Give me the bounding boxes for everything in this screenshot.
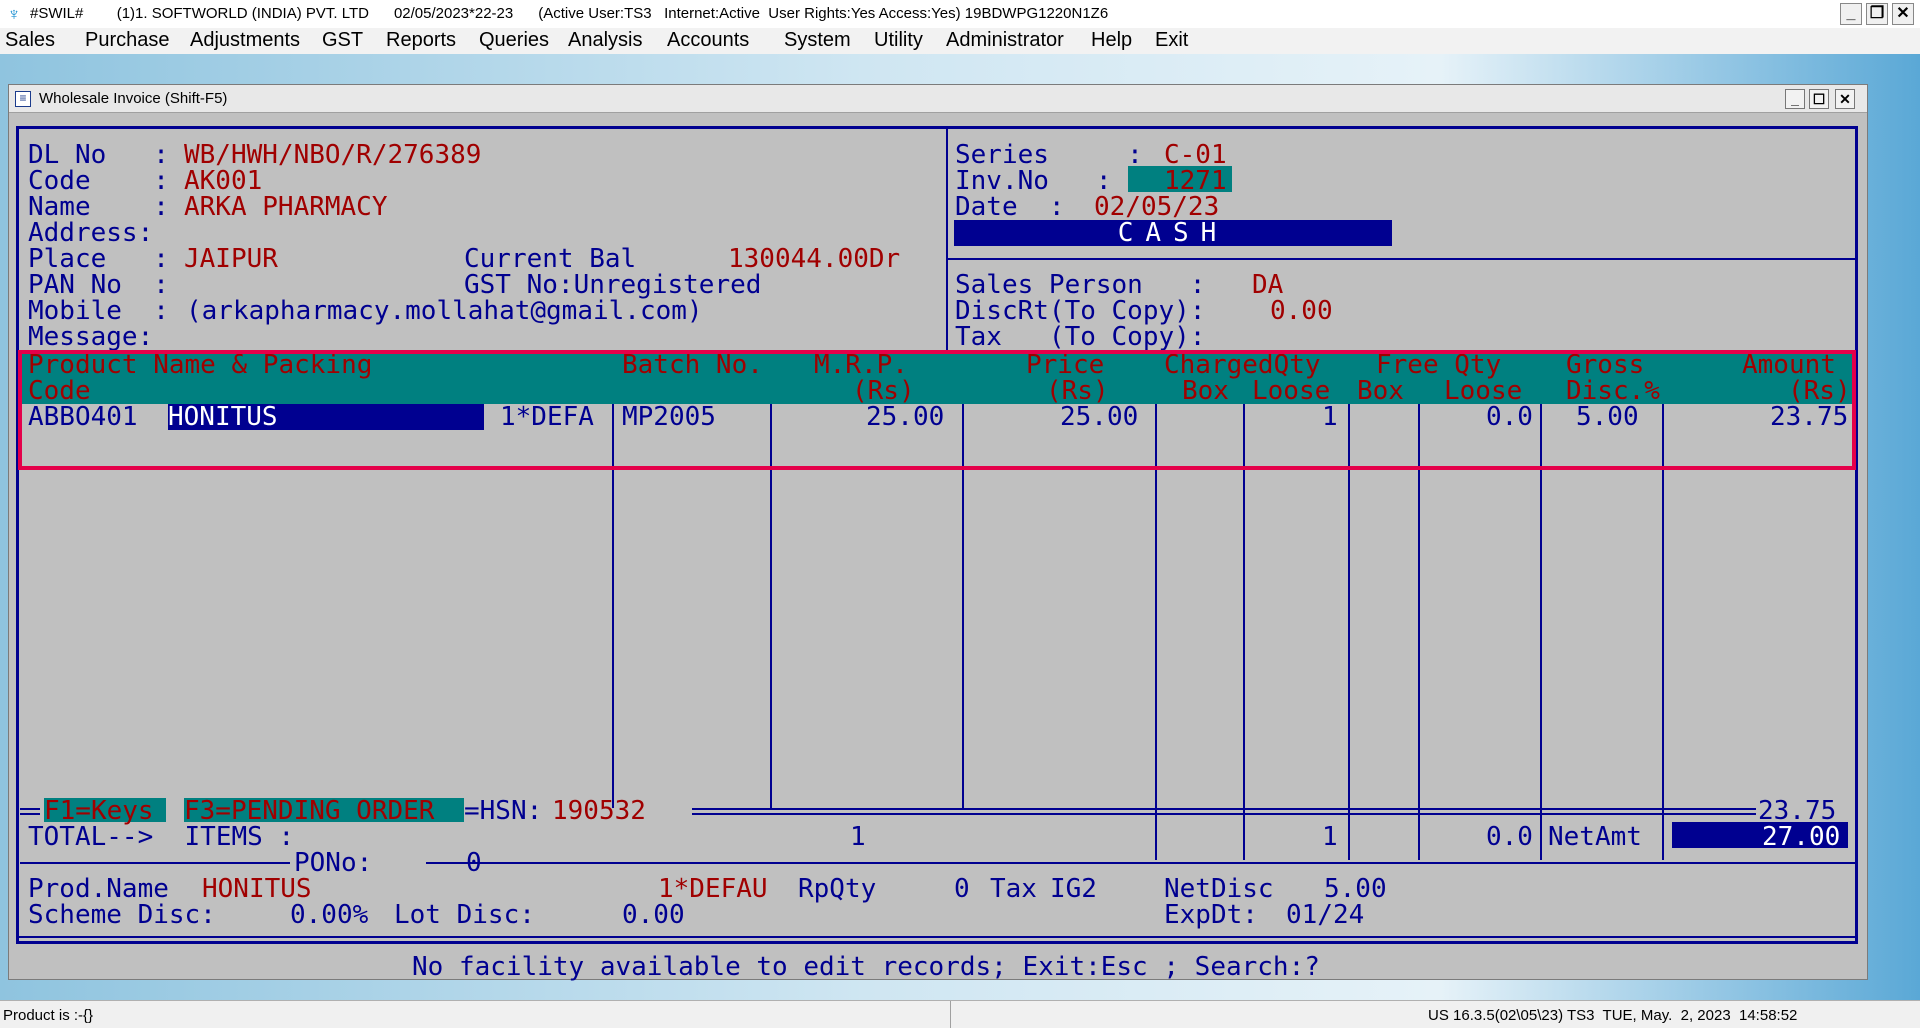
status-right: US 16.3.5(02\05\23) TS3 TUE, May. 2, 202…	[1428, 1007, 1798, 1024]
tax-code-value: IG2	[1050, 874, 1097, 904]
dl-value: WB/HWH/NBO/R/276389	[184, 140, 482, 170]
name-label: Name :	[28, 192, 169, 222]
selected-grid-region	[18, 350, 1856, 470]
menu-purchase[interactable]: Purchase	[85, 29, 170, 52]
pono-value: 0	[466, 848, 482, 878]
menu-queries[interactable]: Queries	[479, 29, 549, 52]
menu-administrator[interactable]: Administrator	[946, 29, 1064, 52]
close-button[interactable]: ✕	[1892, 3, 1914, 25]
hsn-label: =HSN:	[464, 796, 543, 826]
hsn-value: 190532	[552, 796, 646, 826]
child-restore-button[interactable]: ☐	[1809, 89, 1829, 109]
netdisc-label: NetDisc	[1164, 874, 1274, 904]
rpqty-value: 0	[954, 874, 970, 904]
invoice-window-title: Wholesale Invoice (Shift-F5)	[39, 90, 228, 107]
series-value: C-01	[1164, 140, 1227, 170]
lot-disc-label: Lot Disc:	[394, 900, 535, 930]
message-label: Message:	[28, 322, 154, 352]
menu-reports[interactable]: Reports	[386, 29, 456, 52]
menu-sales[interactable]: Sales	[5, 29, 55, 52]
code-value: AK001	[184, 166, 263, 196]
menu-accounts[interactable]: Accounts	[667, 29, 749, 52]
menu-utility[interactable]: Utility	[874, 29, 923, 52]
current-bal-label: Current Bal	[464, 244, 637, 274]
salesperson-label: Sales Person :	[955, 270, 1206, 300]
scheme-disc-label: Scheme Disc:	[28, 900, 216, 930]
app-title: #SWIL# (1)1. SOFTWORLD (INDIA) PVT. LTD …	[30, 5, 1109, 22]
pono-label: PONo:	[294, 848, 373, 878]
invno-label: Inv.No :	[955, 166, 1112, 196]
prodname-value: HONITUS	[202, 874, 312, 904]
menubar: Sales Purchase Adjustments GST Reports Q…	[0, 28, 1920, 54]
window-menu-icon[interactable]: ≡	[15, 91, 31, 107]
place-value: JAIPUR	[184, 244, 278, 274]
subtotal-value: 23.75	[1758, 796, 1837, 826]
code-label: Code :	[28, 166, 169, 196]
menu-exit[interactable]: Exit	[1155, 29, 1188, 52]
current-bal-value: 130044.00Dr	[728, 244, 901, 274]
minimize-button[interactable]: _	[1840, 3, 1862, 25]
menu-help[interactable]: Help	[1091, 29, 1132, 52]
gst-label: GST No:Unregistered	[464, 270, 762, 300]
app-titlebar: ♆ #SWIL# (1)1. SOFTWORLD (INDIA) PVT. LT…	[0, 0, 1920, 28]
dl-label: DL No :	[28, 140, 169, 170]
discrt-label: DiscRt(To Copy):	[955, 296, 1206, 326]
place-label: Place :	[28, 244, 169, 274]
status-left: Product is :-{}	[3, 1007, 94, 1024]
lot-disc-value: 0.00	[622, 900, 685, 930]
menu-system[interactable]: System	[784, 29, 851, 52]
status-divider	[950, 1001, 951, 1028]
swil-app-icon: ♆	[7, 4, 21, 24]
netdisc-value: 5.00	[1324, 874, 1387, 904]
payment-mode-bar: CASH	[954, 220, 1392, 246]
netamt-value: 27.00	[1762, 822, 1841, 852]
status-message: No facility available to edit records; E…	[412, 952, 1320, 982]
pan-label: PAN No :	[28, 270, 169, 300]
invno-value[interactable]: 1271	[1164, 168, 1227, 194]
tax-label: Tax (To Copy):	[955, 322, 1206, 352]
menu-gst[interactable]: GST	[322, 29, 363, 52]
address-label: Address:	[28, 218, 154, 248]
menu-analysis[interactable]: Analysis	[568, 29, 642, 52]
scheme-disc-value: 0.00%	[290, 900, 369, 930]
restore-button[interactable]: ❐	[1866, 3, 1888, 25]
date-value: 02/05/23	[1094, 192, 1220, 222]
total-items-value: 1	[850, 822, 866, 852]
child-minimize-button[interactable]: _	[1785, 89, 1805, 109]
f1-keys-button[interactable]: F1=Keys	[44, 798, 154, 824]
mobile-label: Mobile :	[28, 296, 169, 326]
series-label: Series :	[955, 140, 1143, 170]
expdt-label: ExpDt:	[1164, 900, 1258, 930]
date-label: Date :	[955, 192, 1065, 222]
f3-pending-order-button[interactable]: F3=PENDING ORDER	[184, 798, 434, 824]
total-free-loose-value: 0.0	[1486, 822, 1533, 852]
salesperson-value: DA	[1252, 270, 1284, 300]
invoice-window-titlebar: ≡ Wholesale Invoice (Shift-F5) _ ☐ ✕	[9, 85, 1867, 113]
packing-value: 1*DEFAU	[658, 874, 768, 904]
menu-adjustments[interactable]: Adjustments	[190, 29, 300, 52]
expdt-value: 01/24	[1286, 900, 1365, 930]
prodname-label: Prod.Name	[28, 874, 169, 904]
child-close-button[interactable]: ✕	[1835, 89, 1855, 109]
netamt-label: NetAmt	[1548, 822, 1642, 852]
total-label: TOTAL--> ITEMS :	[28, 822, 295, 852]
rpqty-label: RpQty	[798, 874, 877, 904]
name-value: ARKA PHARMACY	[184, 192, 388, 222]
statusbar: Product is :-{} US 16.3.5(02\05\23) TS3 …	[0, 1000, 1920, 1028]
mobile-value: (arkapharmacy.mollahat@gmail.com)	[186, 296, 703, 326]
total-loose-value: 1	[1322, 822, 1338, 852]
tax-code-label: Tax	[990, 874, 1037, 904]
discrt-value: 0.00	[1270, 296, 1333, 326]
